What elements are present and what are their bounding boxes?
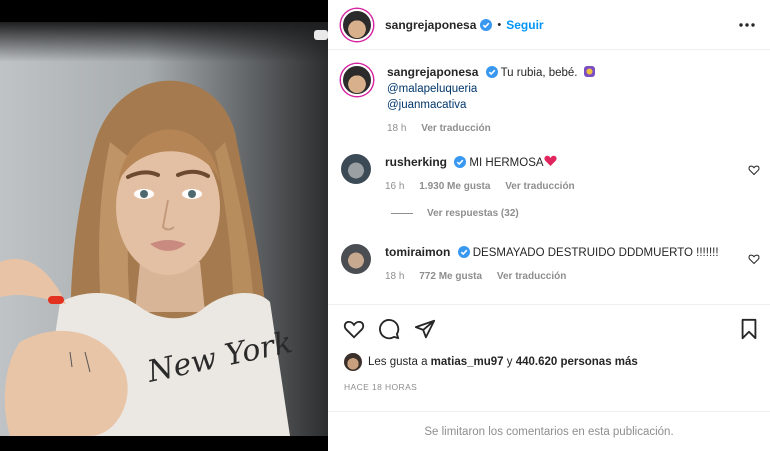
- post-timestamp[interactable]: HACE 18 HORAS: [344, 382, 417, 392]
- author-username[interactable]: sangrejaponesa: [385, 18, 476, 32]
- heart-icon[interactable]: [748, 253, 760, 265]
- separator-dot: •: [497, 18, 502, 31]
- comment-translate[interactable]: Ver traducción: [505, 181, 574, 192]
- post-photo[interactable]: New York: [0, 22, 328, 436]
- red-heart-icon: [543, 155, 557, 166]
- likes-prefix: Les gusta a: [368, 356, 428, 368]
- comment-avatar[interactable]: [341, 154, 371, 184]
- caption-text: Tu rubia, bebé.: [500, 67, 578, 79]
- caption-translate[interactable]: Ver traducción: [421, 123, 490, 134]
- caption-avatar[interactable]: [341, 64, 373, 96]
- comments-limited-notice: Se limitaron los comentarios en esta pub…: [328, 411, 770, 451]
- more-options-icon[interactable]: [738, 16, 756, 34]
- likes-summary: Les gusta a matias_mu97 y 440.620 person…: [344, 353, 638, 371]
- comment-username[interactable]: tomiraimon: [385, 245, 450, 259]
- comment-likes[interactable]: 772 Me gusta: [419, 271, 482, 282]
- comment-item: rusherking MI HERMOSA 16 h 1.930 Me gust…: [341, 154, 587, 195]
- emoji-icon: [583, 66, 595, 77]
- comment-time[interactable]: 18 h: [385, 271, 404, 282]
- verified-icon: [485, 66, 498, 78]
- comment-icon[interactable]: [378, 318, 400, 340]
- comment-likes[interactable]: 1.930 Me gusta: [419, 181, 490, 192]
- comment-username[interactable]: rusherking: [385, 155, 447, 169]
- comment-time[interactable]: 16 h: [385, 181, 404, 192]
- comment-item: tomiraimon DESMAYADO DESTRUIDO DDDMUERTO…: [341, 244, 719, 285]
- author-avatar[interactable]: [341, 8, 373, 41]
- likes-count[interactable]: 440.620 personas más: [516, 356, 638, 368]
- like-heart-icon[interactable]: [343, 318, 365, 340]
- caption-username[interactable]: sangrejaponesa: [387, 65, 478, 79]
- comments-list: sangrejaponesa Tu rubia, bebé. @malapelu…: [328, 51, 770, 304]
- mention-juanmacativa[interactable]: @juanmacativa: [387, 97, 596, 113]
- view-replies-label: Ver respuestas (32): [427, 208, 519, 219]
- mention-malapeluqueria[interactable]: @malapeluqueria: [387, 81, 596, 97]
- replies-divider: [391, 213, 413, 214]
- verified-icon: [480, 18, 493, 31]
- heart-icon[interactable]: [748, 164, 760, 176]
- liker-username[interactable]: matias_mu97: [431, 356, 504, 368]
- caption-time[interactable]: 18 h: [387, 123, 406, 134]
- share-icon[interactable]: [414, 318, 436, 340]
- comment-text: MI HERMOSA: [469, 157, 544, 169]
- post-header: sangrejaponesa • Seguir: [328, 0, 770, 50]
- verified-icon: [457, 246, 470, 258]
- view-replies-button[interactable]: Ver respuestas (32): [391, 208, 519, 219]
- likes-middle: y: [506, 356, 513, 368]
- post-side-panel: sangrejaponesa • Seguir sangrejaponesa T…: [328, 0, 770, 451]
- verified-icon: [454, 156, 467, 168]
- comment-avatar[interactable]: [341, 244, 371, 274]
- comment-text: DESMAYADO DESTRUIDO DDDMUERTO !!!!!!!: [472, 247, 719, 259]
- post-photo-pane: New York: [0, 0, 328, 451]
- comment-translate[interactable]: Ver traducción: [497, 271, 566, 282]
- action-bar: [328, 304, 770, 352]
- liker-avatar[interactable]: [344, 353, 362, 371]
- caption: sangrejaponesa Tu rubia, bebé. @malapelu…: [341, 64, 596, 137]
- follow-button[interactable]: Seguir: [506, 18, 543, 32]
- photo-portrait: New York: [0, 30, 328, 436]
- bookmark-icon[interactable]: [738, 318, 760, 340]
